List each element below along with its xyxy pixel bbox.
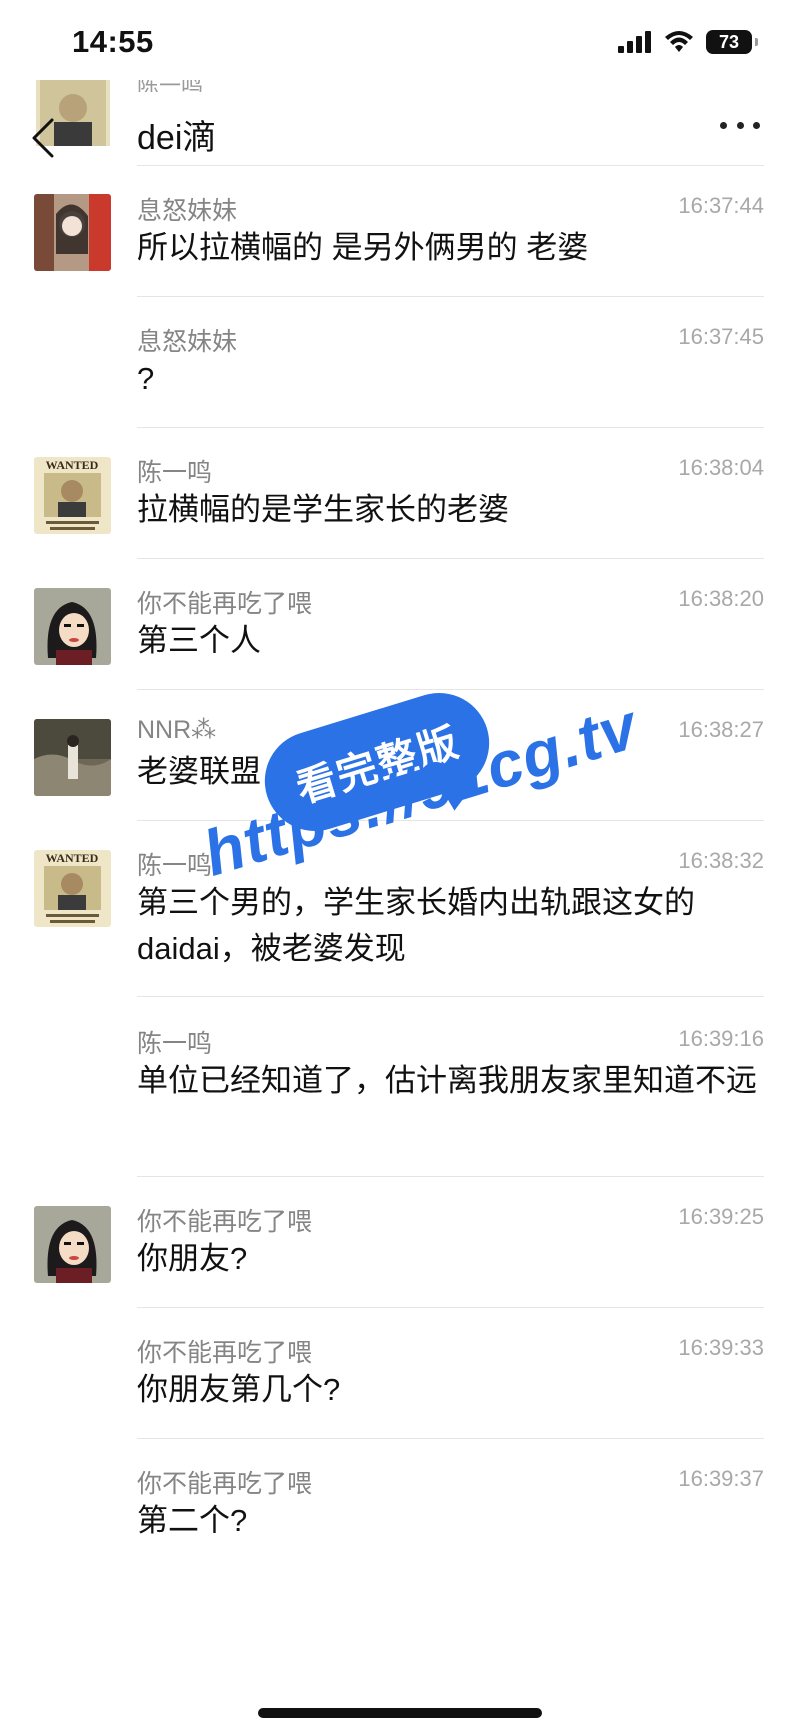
cartoon-avatar[interactable] — [34, 1206, 111, 1283]
message-item[interactable]: WANTED 陈一鸣 16:38:04 拉横幅的是学生家长的老婆 — [0, 427, 800, 558]
message-sender: 你不能再吃了喂 — [137, 1339, 313, 1367]
message-sender: 息怒妹妹 — [137, 197, 238, 225]
message-text: 第三个男的，学生家长婚内出轨跟这女的daidai，被老婆发现 — [137, 885, 695, 966]
message-time: 16:37:45 — [678, 324, 764, 349]
wanted-poster-avatar[interactable]: WANTED — [34, 850, 111, 927]
message-sender: NNR⁂ — [137, 716, 217, 744]
message-item[interactable]: 你不能再吃了喂 16:39:37 第二个? — [0, 1438, 800, 1569]
divider — [137, 558, 764, 559]
message-time: 16:38:04 — [678, 455, 764, 480]
message-sender: 息怒妹妹 — [137, 328, 238, 356]
message-item[interactable]: WANTED 陈一鸣 16:38:32 第三个男的，学生家长婚内出轨跟这女的da… — [0, 820, 800, 996]
more-options-icon[interactable] — [720, 122, 760, 134]
divider — [137, 1176, 764, 1177]
message-text: 你朋友第几个? — [137, 1372, 341, 1407]
divider — [137, 1307, 764, 1308]
message-time: 16:39:25 — [678, 1204, 764, 1229]
message-sender: 你不能再吃了喂 — [137, 590, 313, 618]
divider — [137, 296, 764, 297]
photo-avatar[interactable] — [34, 194, 111, 271]
message-sender: 陈一鸣 — [137, 459, 213, 487]
message-text: 第三个人 — [137, 623, 261, 658]
wifi-icon — [665, 31, 693, 52]
divider — [137, 689, 764, 690]
message-text: 第二个? — [137, 1503, 248, 1538]
message-item[interactable]: 息怒妹妹 16:37:44 所以拉横幅的 是另外俩男的 老婆 — [0, 165, 800, 296]
message-item[interactable]: 息怒妹妹 16:37:45 ? — [0, 296, 800, 427]
message-time: 16:39:16 — [678, 1026, 764, 1051]
battery-icon: 73 — [706, 30, 758, 54]
divider — [137, 996, 764, 997]
status-time: 14:55 — [72, 24, 154, 59]
message-sender: 你不能再吃了喂 — [137, 1208, 313, 1236]
divider — [137, 1438, 764, 1439]
wanted-poster-avatar[interactable]: WANTED — [34, 457, 111, 534]
message-time: 16:39:33 — [678, 1335, 764, 1360]
chat-title: dei滴 — [137, 119, 217, 157]
message-sender: 你不能再吃了喂 — [137, 1470, 313, 1498]
cartoon-avatar[interactable] — [34, 588, 111, 665]
message-text: 单位已经知道了，估计离我朋友家里知道不远 — [137, 1063, 757, 1098]
message-time: 16:37:44 — [678, 193, 764, 218]
photo-avatar[interactable] — [34, 719, 111, 796]
message-time: 16:38:32 — [678, 848, 764, 873]
back-arrow-icon[interactable] — [28, 116, 58, 160]
message-text: 拉横幅的是学生家长的老婆 — [137, 492, 509, 527]
svg-text:WANTED: WANTED — [46, 458, 99, 472]
header-subtitle: 陈一鸣 — [137, 80, 203, 92]
message-text: 你朋友? — [137, 1241, 248, 1276]
status-icons: 73 — [618, 30, 758, 54]
divider — [137, 165, 764, 166]
signal-icon — [618, 31, 651, 53]
divider — [137, 427, 764, 428]
message-text: 所以拉横幅的 是另外俩男的 老婆 — [137, 230, 589, 265]
status-bar: 14:55 73 — [0, 0, 800, 80]
home-indicator — [258, 1708, 542, 1718]
message-text: ? — [137, 361, 155, 396]
svg-text:WANTED: WANTED — [46, 851, 99, 865]
message-time: 16:38:20 — [678, 586, 764, 611]
message-item[interactable]: 你不能再吃了喂 16:39:25 你朋友? — [0, 1176, 800, 1307]
message-item[interactable]: 你不能再吃了喂 16:39:33 你朋友第几个? — [0, 1307, 800, 1438]
message-item[interactable]: 你不能再吃了喂 16:38:20 第三个人 — [0, 558, 800, 689]
message-sender: 陈一鸣 — [137, 1030, 213, 1058]
message-sender: 陈一鸣 — [137, 852, 213, 880]
message-time: 16:38:27 — [678, 717, 764, 742]
message-time: 16:39:37 — [678, 1466, 764, 1491]
message-item[interactable]: 陈一鸣 16:39:16 单位已经知道了，估计离我朋友家里知道不远 — [0, 996, 800, 1176]
